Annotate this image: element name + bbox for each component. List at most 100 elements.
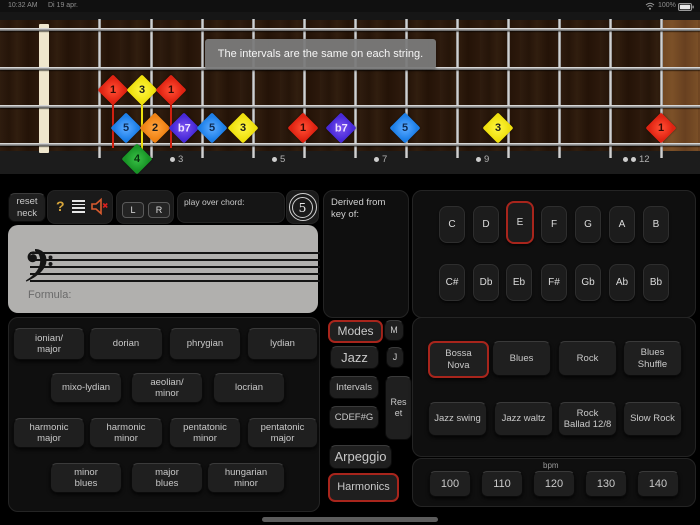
- modes-panel: ionian/major dorian phrygian lydian mixo…: [8, 317, 320, 512]
- mode-button-major-blues[interactable]: major blues: [131, 463, 203, 493]
- app-root: 10:32 AM Di 19 apr. 100% 3 5 7 9 12 1 3 …: [0, 0, 700, 525]
- bpm-button-110[interactable]: 110: [481, 471, 523, 497]
- tooltip: The intervals are the same on each strin…: [205, 39, 436, 69]
- key-button-a-flat[interactable]: Ab: [609, 264, 635, 301]
- lr-panel: L R: [116, 190, 174, 224]
- fret-marker-label: 3: [178, 154, 184, 165]
- style-button-rock-ballad[interactable]: Rock Ballad 12/8: [558, 402, 617, 436]
- key-button-b[interactable]: B: [643, 206, 669, 243]
- battery-percent: 100%: [658, 2, 676, 9]
- fret-marker-dot: [170, 157, 175, 162]
- staff-line: [30, 280, 320, 282]
- mode-button-pentatonic-major[interactable]: pentatonic major: [247, 418, 318, 448]
- mode-button-phrygian[interactable]: phrygian: [169, 328, 241, 360]
- key-button-e-flat[interactable]: Eb: [506, 264, 532, 301]
- mode-button-harmonic-minor[interactable]: harmonic minor: [89, 418, 163, 448]
- right-hand-button[interactable]: R: [148, 202, 170, 218]
- fret-marker-dot: [623, 157, 628, 162]
- string-3[interactable]: [0, 105, 700, 108]
- home-indicator[interactable]: [262, 517, 438, 522]
- string-4[interactable]: [0, 143, 700, 146]
- selector-modes-button[interactable]: Modes: [328, 320, 383, 343]
- mode-button-hungarian-minor[interactable]: hungarian minor: [207, 463, 285, 493]
- key-button-d-flat[interactable]: Db: [473, 264, 499, 301]
- menu-icon[interactable]: [72, 200, 85, 213]
- selector-reset-button[interactable]: Reset: [385, 376, 412, 440]
- mode-button-lydian[interactable]: lydian: [247, 328, 318, 360]
- selector-intervals-button[interactable]: Intervals: [329, 376, 379, 399]
- staff-line: [30, 273, 320, 275]
- mode-button-aeolian-minor[interactable]: aeolian/minor: [131, 373, 203, 403]
- mode-button-dorian[interactable]: dorian: [89, 328, 163, 360]
- key-button-c-sharp[interactable]: C#: [439, 264, 465, 301]
- fret-marker-label: 7: [382, 154, 388, 165]
- fret-marker-label: 9: [484, 154, 490, 165]
- battery-icon: [678, 2, 694, 13]
- fret-wire: [507, 19, 510, 158]
- fret-wire: [201, 19, 204, 158]
- notation-panel: Formula:: [8, 225, 320, 313]
- selector-harmonics-button[interactable]: Harmonics: [328, 473, 399, 502]
- style-button-bossa-nova[interactable]: Bossa Nova: [428, 341, 489, 378]
- fret-marker-dot: [374, 157, 379, 162]
- style-button-slow-rock[interactable]: Slow Rock: [623, 402, 682, 436]
- style-button-rock[interactable]: Rock: [558, 341, 617, 376]
- left-hand-button[interactable]: L: [122, 202, 144, 218]
- mode-button-locrian[interactable]: locrian: [213, 373, 285, 403]
- staff-line: [30, 259, 320, 261]
- formula-label: Formula:: [28, 289, 72, 301]
- reset-neck-button[interactable]: reset neck: [8, 193, 46, 222]
- status-bar: 10:32 AM Di 19 apr. 100%: [0, 0, 700, 12]
- status-time: 10:32 AM: [8, 2, 38, 9]
- key-button-g[interactable]: G: [575, 206, 601, 243]
- play-over-chord-label: play over chord:: [184, 197, 245, 207]
- mode-button-mixo-lydian[interactable]: mixo-lydian: [50, 373, 122, 403]
- fret-marker-dot: [272, 157, 277, 162]
- staff-line: [30, 252, 320, 254]
- mode-button-minor-blues[interactable]: minor blues: [50, 463, 122, 493]
- status-date: Di 19 apr.: [48, 2, 78, 9]
- style-button-blues-shuffle[interactable]: Blues Shuffle: [623, 341, 682, 376]
- mode-button-pentatonic-minor[interactable]: pentatonic minor: [169, 418, 241, 448]
- string-1[interactable]: [0, 28, 700, 31]
- bass-clef-icon: [24, 248, 54, 289]
- keys-panel: C D E F G A B C# Db Eb F# Gb Ab Bb: [412, 190, 696, 318]
- style-button-jazz-swing[interactable]: Jazz swing: [428, 402, 487, 436]
- styles-panel: Bossa Nova Blues Rock Blues Shuffle Jazz s…: [412, 317, 696, 457]
- bpm-button-130[interactable]: 130: [585, 471, 627, 497]
- key-button-g-flat[interactable]: Gb: [575, 264, 601, 301]
- key-button-e[interactable]: E: [506, 201, 534, 244]
- bpm-button-140[interactable]: 140: [637, 471, 679, 497]
- bpm-button-100[interactable]: 100: [429, 471, 471, 497]
- speaker-muted-icon[interactable]: [90, 197, 109, 221]
- selector-j-button[interactable]: J: [386, 347, 404, 368]
- style-button-jazz-waltz[interactable]: Jazz waltz: [494, 402, 553, 436]
- style-button-blues[interactable]: Blues: [492, 341, 551, 376]
- play-over-chord-panel[interactable]: play over chord:: [177, 192, 285, 223]
- staff-line: [30, 266, 320, 268]
- fretboard-bottom-strip: [0, 151, 700, 174]
- key-button-f[interactable]: F: [541, 206, 567, 243]
- circle-of-fifths-button[interactable]: 5: [286, 190, 319, 224]
- key-button-c[interactable]: C: [439, 206, 465, 243]
- circle-outer-ring: 5: [288, 193, 317, 221]
- key-button-b-flat[interactable]: Bb: [643, 264, 669, 301]
- help-icon[interactable]: ?: [56, 198, 65, 214]
- bpm-label: bpm: [543, 461, 559, 470]
- fret-wire: [558, 19, 561, 158]
- key-button-f-sharp[interactable]: F#: [541, 264, 567, 301]
- fret-wire: [609, 19, 612, 158]
- derived-key-panel: Derived from key of:: [323, 190, 409, 318]
- fret-marker-dot: [476, 157, 481, 162]
- mode-button-harmonic-major[interactable]: harmonic major: [13, 418, 85, 448]
- key-button-a[interactable]: A: [609, 206, 635, 243]
- selector-m-button[interactable]: M: [384, 320, 404, 341]
- sound-menu-panel: ?: [47, 190, 113, 224]
- selector-jazz-button[interactable]: Jazz: [330, 346, 379, 369]
- mode-button-ionian-major[interactable]: ionian/major: [13, 328, 85, 360]
- selector-arpeggio-button[interactable]: Arpeggio: [329, 445, 392, 469]
- selector-cdefg-button[interactable]: CDEF#G: [329, 406, 379, 429]
- bpm-button-120[interactable]: 120: [533, 471, 575, 497]
- key-button-d[interactable]: D: [473, 206, 499, 243]
- fret-marker-label: 5: [280, 154, 286, 165]
